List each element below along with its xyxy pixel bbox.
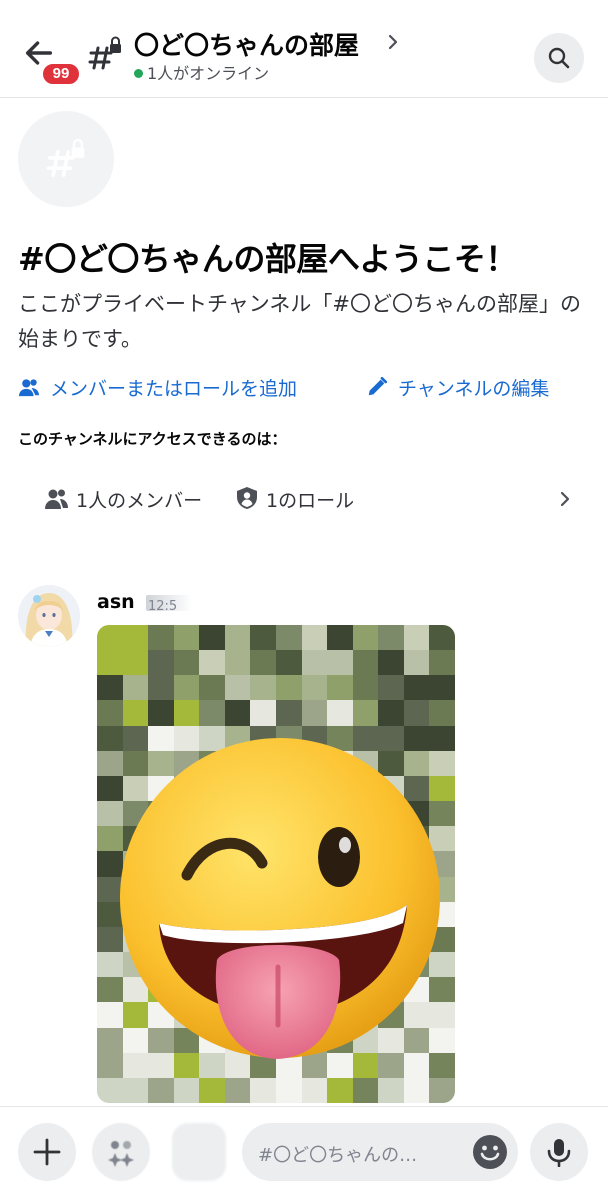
message-timestamp: 12:5: [146, 595, 192, 611]
welcome-title: #〇ど〇ちゃんの部屋へようこそ！: [18, 240, 517, 278]
members-count-label: 1人のメンバー: [76, 490, 203, 512]
online-dot: [134, 69, 143, 78]
winking-tongue-emoji: [120, 738, 440, 1059]
access-title: このチャンネルにアクセスできるのは：: [18, 430, 287, 448]
edit-channel-link[interactable]: チャンネルの編集: [366, 374, 549, 401]
chevron-right-icon: [560, 491, 570, 507]
pencil-icon: [368, 376, 388, 396]
microphone-icon: [547, 1139, 571, 1167]
add-attachment-button[interactable]: [18, 1123, 76, 1181]
channel-title[interactable]: 〇ど〇ちゃんの部屋: [134, 26, 359, 62]
image-attachment[interactable]: [97, 625, 455, 1103]
apps-button[interactable]: [92, 1123, 150, 1181]
user-avatar[interactable]: [18, 585, 80, 647]
message-username[interactable]: asn: [97, 591, 135, 613]
shield-user-icon: [237, 487, 257, 509]
gift-button[interactable]: [172, 1123, 226, 1181]
plus-icon: [33, 1138, 61, 1166]
chevron-right-icon: [388, 34, 398, 50]
add-members-label: メンバーまたはロールを追加: [50, 378, 298, 400]
voice-message-button[interactable]: [530, 1123, 588, 1181]
channel-avatar: [18, 111, 114, 207]
roles-count: 1のロール: [236, 486, 354, 513]
add-members-link[interactable]: メンバーまたはロールを追加: [18, 374, 297, 401]
people-icon: [45, 489, 68, 509]
timestamp-text: 12:5: [148, 599, 178, 611]
hash-lock-icon: [46, 138, 85, 177]
message-input-placeholder: #〇ど〇ちゃんの…: [258, 1145, 418, 1166]
channel-header: 99 〇ど〇ちゃんの部屋 1人がオンライン: [0, 0, 608, 98]
roles-count-label: 1のロール: [266, 490, 355, 512]
search-icon: [548, 47, 570, 69]
smile-icon[interactable]: [472, 1134, 508, 1170]
unread-badge: 99: [41, 62, 81, 86]
search-button[interactable]: [534, 33, 584, 83]
members-count: 1人のメンバー: [44, 486, 202, 513]
message-input[interactable]: #〇ど〇ちゃんの…: [242, 1123, 518, 1181]
channel-access-row[interactable]: 1人のメンバー 1のロール: [18, 476, 578, 522]
message-composer-bar: #〇ど〇ちゃんの…: [0, 1106, 608, 1201]
online-status-text: 1人がオンライン: [147, 64, 270, 83]
welcome-description: ここがプライベートチャンネル「#〇ど〇ちゃんの部屋」の始まりです。: [18, 292, 581, 351]
hash-lock-icon: [86, 34, 126, 74]
person-add-icon: [19, 379, 39, 397]
edit-channel-label: チャンネルの編集: [398, 378, 550, 400]
sparkles-icon: [108, 1141, 134, 1167]
online-status: 1人がオンライン: [134, 60, 269, 84]
